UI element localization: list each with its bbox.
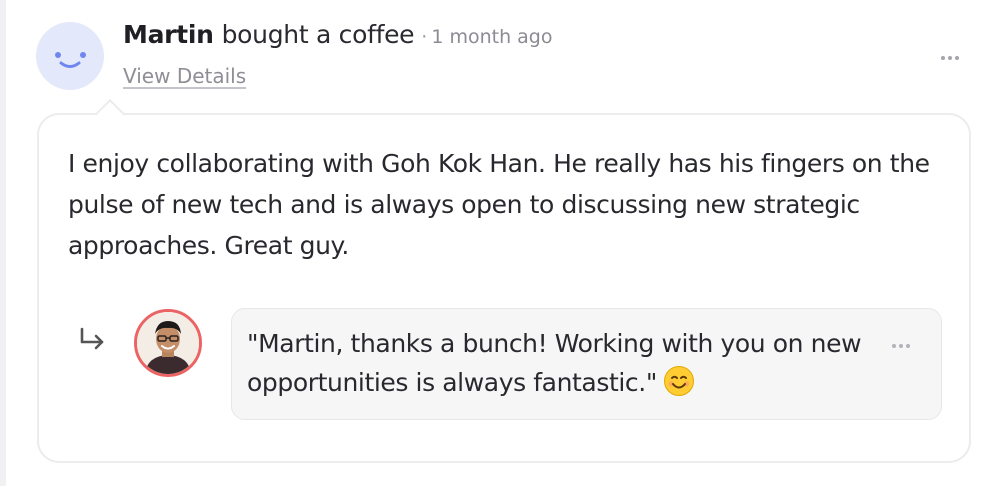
message-text: I enjoy collaborating with Goh Kok Han. … (68, 149, 930, 260)
reply-more-options-icon[interactable] (883, 336, 919, 356)
more-options-icon[interactable] (933, 48, 967, 68)
actor-name[interactable]: Martin (123, 20, 214, 49)
activity-feed-item: Martin bought a coffee · 1 month ago Vie… (0, 0, 1000, 486)
view-details-link[interactable]: View Details (123, 64, 246, 88)
left-divider (0, 0, 6, 486)
reply-arrow-icon (80, 327, 104, 350)
reply-user-avatar[interactable] (134, 309, 202, 377)
reply-text: "Martin, thanks a bunch! Working with yo… (247, 324, 867, 408)
action-text: bought a coffee (221, 20, 415, 49)
dot (892, 344, 896, 348)
dot (899, 344, 903, 348)
dot (948, 56, 952, 60)
post-header: Martin bought a coffee · 1 month ago (123, 20, 552, 56)
dot (906, 344, 910, 348)
dot (955, 56, 959, 60)
dot (941, 56, 945, 60)
timestamp: 1 month ago (431, 26, 553, 48)
smiling-face-emoji-icon (663, 365, 695, 408)
reply-text-content: "Martin, thanks a bunch! Working with yo… (247, 329, 862, 397)
smiley-avatar-icon[interactable] (36, 22, 104, 90)
separator-dot: · (421, 26, 428, 48)
